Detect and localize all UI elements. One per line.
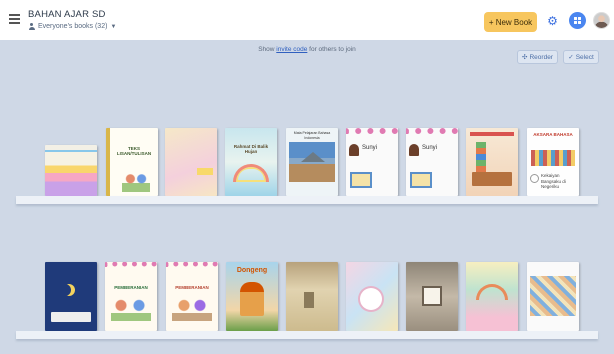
book-title: PEMBERANIAN [175,285,209,290]
book-title: Sunyi [422,145,438,151]
book-title: PEMBERANIAN [114,285,148,290]
book-cover[interactable]: Mata Pelajaran Bahasa Indonesia [286,128,338,196]
avatar[interactable] [593,12,610,29]
library-filter-dropdown[interactable]: Everyone's books (32) ▼ [28,23,116,30]
top-bar: BAHAN AJAR SD Everyone's books (32) ▼ + … [0,0,614,40]
book-cover[interactable]: Rahmat Di Balik Hujan [225,128,277,196]
reorder-label: Reorder [529,53,553,61]
book-caption: Kekaiyan Bangsaku di Negeriku [541,173,566,189]
invite-prefix: Show [258,46,277,53]
invite-suffix: for others to join [307,46,356,53]
select-button[interactable]: ✓ Select [563,50,599,64]
book-cover[interactable] [406,262,458,331]
apps-grid-icon[interactable] [569,12,586,29]
hamburger-menu-icon[interactable] [9,14,20,24]
book-title: Sunyi [362,145,378,151]
chevron-down-icon: ▼ [110,23,117,30]
invite-code-link[interactable]: invite code [276,46,307,53]
select-label: Select [575,53,594,61]
book-cover[interactable] [165,128,217,196]
book-cover[interactable] [466,262,518,331]
book-cover[interactable] [286,262,338,331]
book-cover[interactable]: PEMBERANIAN [105,262,157,331]
book-cover[interactable]: Dongeng [226,262,278,331]
book-title: Rahmat Di Balik Hujan [233,144,269,154]
reorder-icon: ✣ [522,54,528,61]
gear-icon[interactable]: ⚙ [546,15,559,28]
bookshelf-top [16,196,598,204]
book-title: TEKS LISAN/TULISAN [116,146,152,156]
book-cover[interactable] [527,262,579,331]
book-cover[interactable]: Sunyi [406,128,458,196]
bookshelf-bottom [16,331,598,339]
book-cover[interactable]: PEMBERANIAN [166,262,218,331]
new-book-button[interactable]: + New Book [484,12,537,32]
book-title: AKSARA BAHASA [533,132,573,137]
book-cover[interactable] [346,262,398,331]
reorder-button[interactable]: ✣ Reorder [517,50,558,64]
book-cover[interactable]: TEKS LISAN/TULISAN [106,128,158,196]
book-cover[interactable] [45,145,97,196]
book-cover[interactable]: Sunyi [346,128,398,196]
library-filter-label: Everyone's books (32) [38,23,108,30]
book-cover[interactable]: AKSARA BAHASA Kekaiyan Bangsaku di Neger… [527,128,579,196]
library-title: BAHAN AJAR SD [28,9,106,20]
book-title: Mata Pelajaran Bahasa Indonesia [293,131,331,140]
check-circle-icon: ✓ [568,54,574,61]
book-cover[interactable] [45,262,97,331]
book-title: Dongeng [236,267,268,274]
book-cover[interactable] [466,128,518,196]
person-icon [28,23,35,30]
